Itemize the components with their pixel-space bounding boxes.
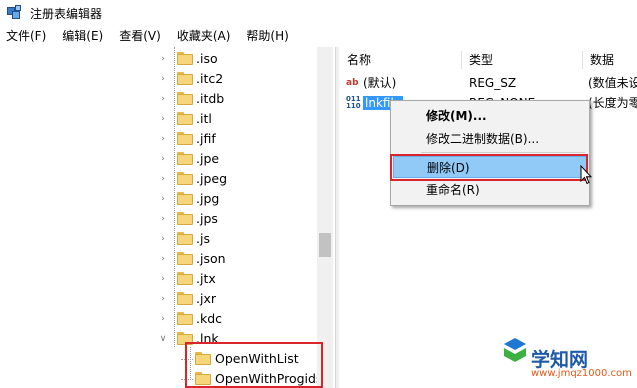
folder-icon — [177, 192, 193, 205]
menu-help[interactable]: 帮助(H) — [238, 26, 296, 47]
menu-bar: 文件(F) 编辑(E) 查看(V) 收藏夹(A) 帮助(H) — [0, 26, 637, 47]
tree-item-label: .itdb — [196, 91, 225, 106]
menu-separator — [421, 152, 585, 153]
column-header-name[interactable]: 名称 — [339, 47, 459, 73]
tree-item[interactable]: › .jxr — [0, 289, 317, 309]
tree-scrollbar[interactable] — [317, 47, 333, 388]
folder-icon — [177, 152, 193, 165]
chevron-right-icon[interactable]: › — [158, 189, 168, 209]
menu-view[interactable]: 查看(V) — [111, 26, 169, 47]
tree-item[interactable]: › .itdb — [0, 89, 317, 109]
value-type: REG_SZ — [469, 76, 517, 90]
title-bar: 注册表编辑器 — [0, 0, 637, 26]
tree-item-label: .itc2 — [196, 71, 224, 86]
tree-item-label: .js — [196, 231, 210, 246]
menu-item-modify[interactable]: 修改(M)... — [393, 105, 587, 127]
tree-item[interactable]: › .iso — [0, 49, 317, 69]
value-data: (长度为零 — [588, 96, 637, 110]
watermark-logo — [504, 338, 526, 362]
tree-item-label: .jpeg — [196, 171, 228, 186]
folder-icon — [177, 52, 193, 65]
chevron-right-icon[interactable]: › — [158, 49, 168, 69]
folder-icon — [177, 312, 193, 325]
tree-item-label: .jtx — [196, 271, 216, 286]
chevron-right-icon[interactable]: › — [158, 209, 168, 229]
folder-icon — [177, 92, 193, 105]
tree-item-label: .json — [196, 251, 226, 266]
tree-item[interactable]: › .jpeg — [0, 169, 317, 189]
chevron-right-icon[interactable]: › — [158, 309, 168, 329]
folder-icon — [177, 112, 193, 125]
value-data: (数值未设 — [588, 76, 637, 90]
chevron-right-icon[interactable]: › — [158, 169, 168, 189]
tree-item[interactable]: › .json — [0, 249, 317, 269]
tree-item[interactable]: › .jpe — [0, 149, 317, 169]
tree-item-label: .jpe — [196, 151, 220, 166]
binary-value-icon: 011 110 — [346, 95, 361, 110]
registry-editor-icon — [6, 5, 22, 21]
menu-edit[interactable]: 编辑(E) — [54, 26, 111, 47]
folder-icon — [177, 252, 193, 265]
chevron-right-icon[interactable]: › — [158, 289, 168, 309]
context-menu: 修改(M)... 修改二进制数据(B)... 删除(D) 重命名(R) — [390, 100, 590, 206]
chevron-right-icon[interactable]: › — [158, 69, 168, 89]
value-name: (默认) — [363, 76, 397, 90]
tree-item[interactable]: › .jpg — [0, 189, 317, 209]
folder-icon — [177, 212, 193, 225]
tree-item-label: .iso — [196, 51, 218, 66]
tree-item-label: .jps — [196, 211, 218, 226]
string-value-icon: ab — [346, 78, 359, 88]
values-list[interactable]: 名称 类型 数据 ab (默认) REG_SZ (数值未设 011 110 lnk… — [339, 47, 637, 388]
chevron-right-icon[interactable]: › — [158, 89, 168, 109]
tree-item[interactable]: › .jfif — [0, 129, 317, 149]
chevron-right-icon[interactable]: › — [158, 229, 168, 249]
column-header-type[interactable]: 类型 — [461, 47, 581, 73]
menu-favorites[interactable]: 收藏夹(A) — [169, 26, 239, 47]
watermark-url: www.jmqz1000.com — [531, 368, 632, 379]
folder-icon — [177, 72, 193, 85]
tree-item-label: .jxr — [196, 291, 216, 306]
value-row-default[interactable]: ab (默认) REG_SZ (数值未设 — [339, 73, 637, 93]
tree-item-label: .jpg — [196, 191, 220, 206]
folder-icon — [177, 172, 193, 185]
tree-item[interactable]: › .jps — [0, 209, 317, 229]
tree-item-label: .jfif — [196, 131, 216, 146]
chevron-right-icon[interactable]: › — [158, 129, 168, 149]
chevron-right-icon[interactable]: › — [158, 249, 168, 269]
chevron-right-icon[interactable]: › — [158, 149, 168, 169]
folder-icon — [177, 292, 193, 305]
chevron-right-icon[interactable]: › — [158, 109, 168, 129]
folder-icon — [177, 132, 193, 145]
column-header-data[interactable]: 数据 — [582, 47, 637, 73]
scrollbar-thumb[interactable] — [319, 233, 331, 257]
tree-item[interactable]: › .itc2 — [0, 69, 317, 89]
tree-item[interactable]: › .jtx — [0, 269, 317, 289]
mouse-cursor-icon — [580, 165, 592, 185]
menu-item-rename[interactable]: 重命名(R) — [393, 179, 587, 201]
chevron-down-icon[interactable]: ∨ — [158, 329, 168, 349]
tree-item-label: .itl — [196, 111, 212, 126]
highlight-box-tree — [185, 342, 323, 388]
key-tree[interactable]: › .iso › .itc2 › .itdb › .itl › .jfif › .jpe › .jpeg ›… — [0, 47, 335, 388]
window-title: 注册表编辑器 — [30, 6, 103, 21]
menu-file[interactable]: 文件(F) — [0, 26, 54, 47]
tree-item[interactable]: › .itl — [0, 109, 317, 129]
tree-item[interactable]: › .js — [0, 229, 317, 249]
folder-icon — [177, 272, 193, 285]
menu-item-modify-binary[interactable]: 修改二进制数据(B)... — [393, 128, 587, 150]
folder-icon — [177, 232, 193, 245]
highlight-box-delete — [390, 154, 588, 181]
chevron-right-icon[interactable]: › — [158, 269, 168, 289]
tree-item[interactable]: › .kdc — [0, 309, 317, 329]
tree-item-label: .kdc — [196, 311, 223, 326]
